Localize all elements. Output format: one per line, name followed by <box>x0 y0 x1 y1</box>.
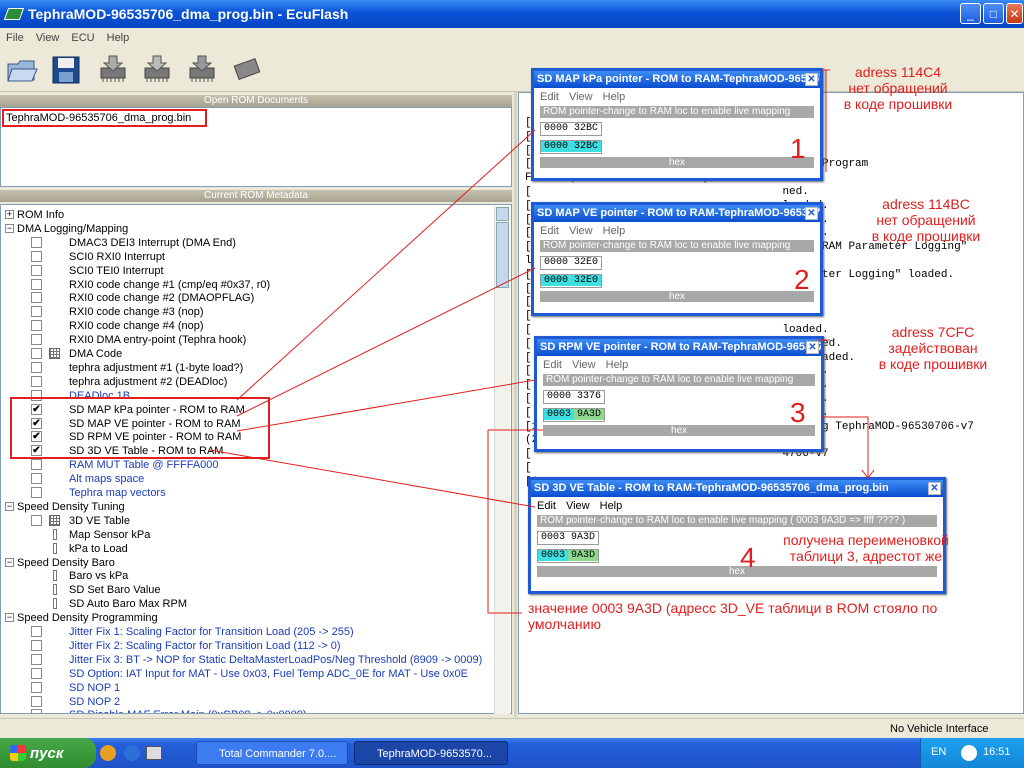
annotation-number-4: 4 <box>740 542 756 573</box>
annotation-4: получена переименовкой таблици 3, адресто… <box>783 532 949 564</box>
annotation-1: adress 114C4 нет обращений в коде прошивки <box>843 64 953 112</box>
language-indicator[interactable]: EN <box>931 746 946 758</box>
browser-icon[interactable] <box>100 745 116 761</box>
clock: 16:51 <box>983 746 1011 758</box>
status-bar: No Vehicle Interface <box>0 718 1024 738</box>
annotation-number-2: 2 <box>794 264 810 295</box>
annotation-number-3: 3 <box>790 397 806 428</box>
ie-icon[interactable] <box>124 745 140 761</box>
desktop-icon[interactable] <box>146 746 162 760</box>
annotation-3: adress 7CFC задействован в коде прошивки <box>878 324 988 372</box>
tray-app-icon[interactable] <box>961 745 977 761</box>
task-ecuflash[interactable]: TephraMOD-9653570... <box>354 741 508 765</box>
annotation-2: adress 114BC нет обращений в коде прошивки <box>871 196 981 244</box>
system-tray: EN 16:51 <box>920 738 1024 768</box>
annotation-5: значение 0003 9A3D (адресс 3D_VE таблици… <box>528 600 938 632</box>
start-button[interactable]: пуск <box>0 738 96 768</box>
vehicle-status: No Vehicle Interface <box>890 723 989 735</box>
annotation-lines <box>209 69 875 614</box>
windows-logo-icon <box>10 745 26 761</box>
task-total-commander[interactable]: Total Commander 7.0.... <box>196 741 348 765</box>
annotation-number-1: 1 <box>790 133 806 164</box>
